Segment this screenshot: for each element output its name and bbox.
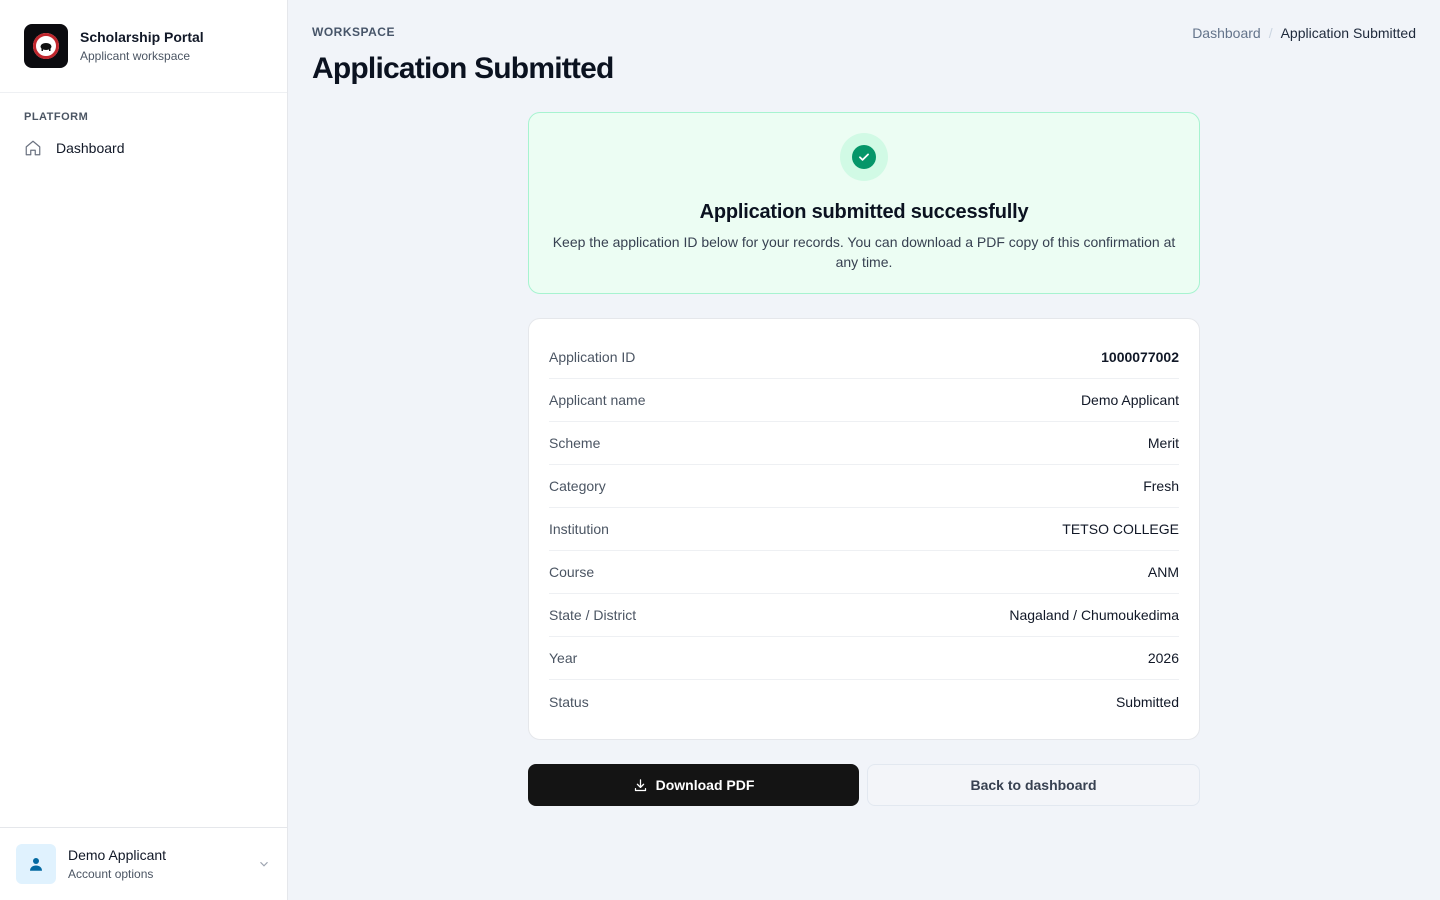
success-title: Application submitted successfully: [699, 201, 1029, 223]
home-icon: [25, 140, 41, 156]
account-menu[interactable]: Demo Applicant Account options: [0, 827, 287, 900]
sidebar-nav: PLATFORM Dashboard: [0, 93, 287, 159]
portal-logo: [24, 24, 68, 68]
success-banner: Application submitted successfully Keep …: [528, 112, 1200, 294]
detail-row-institution: Institution TETSO COLLEGE: [549, 508, 1179, 551]
check-icon: [859, 153, 869, 161]
emblem-icon: [33, 33, 59, 59]
detail-label: Year: [549, 650, 578, 666]
user-icon: [30, 858, 42, 871]
back-to-dashboard-button[interactable]: Back to dashboard: [867, 764, 1200, 806]
brand-header: Scholarship Portal Applicant workspace: [0, 0, 287, 93]
avatar: [16, 844, 56, 884]
application-details: Application ID 1000077002 Applicant name…: [528, 318, 1200, 740]
breadcrumb-dashboard-link[interactable]: Dashboard: [1192, 25, 1261, 41]
main-content: WORKSPACE Application Submitted Dashboar…: [288, 0, 1440, 900]
download-pdf-label: Download PDF: [655, 777, 755, 793]
breadcrumb-separator: /: [1268, 25, 1273, 41]
applicant-name-value: Demo Applicant: [1080, 392, 1179, 408]
breadcrumb-current: Application Submitted: [1280, 25, 1416, 41]
detail-label: Scheme: [549, 435, 601, 451]
detail-row-year: Year 2026: [549, 637, 1179, 680]
success-icon-wrapper: [840, 133, 888, 181]
scheme-value: Merit: [1147, 435, 1179, 451]
page-title: Application Submitted: [312, 52, 614, 85]
detail-label: Applicant name: [549, 392, 646, 408]
back-to-dashboard-label: Back to dashboard: [970, 777, 1097, 793]
category-value: Fresh: [1143, 478, 1179, 494]
application-id-value: 1000077002: [1101, 349, 1179, 365]
course-value: ANM: [1147, 564, 1179, 580]
detail-row-course: Course ANM: [549, 551, 1179, 594]
detail-row-status: Status Submitted: [549, 680, 1179, 723]
detail-row-applicant-name: Applicant name Demo Applicant: [549, 379, 1179, 422]
sidebar-item-dashboard[interactable]: Dashboard: [24, 137, 263, 159]
detail-row-application-id: Application ID 1000077002: [549, 336, 1179, 379]
check-circle-icon: [852, 145, 876, 169]
breadcrumb: Dashboard / Application Submitted: [1192, 25, 1416, 41]
portal-title: Scholarship Portal: [80, 29, 204, 45]
year-value: 2026: [1147, 650, 1179, 666]
detail-row-state-district: State / District Nagaland / Chumoukedima: [549, 594, 1179, 637]
detail-row-category: Category Fresh: [549, 465, 1179, 508]
nav-heading: PLATFORM: [24, 111, 89, 123]
success-message: Keep the application ID below for your r…: [552, 234, 1176, 270]
sidebar: Scholarship Portal Applicant workspace P…: [0, 0, 288, 900]
detail-label: Institution: [549, 521, 609, 537]
detail-row-scheme: Scheme Merit: [549, 422, 1179, 465]
detail-label: Status: [549, 693, 589, 710]
chevron-down-icon: [260, 861, 268, 867]
download-icon: [634, 778, 646, 791]
detail-label: State / District: [549, 607, 637, 623]
portal-subtitle: Applicant workspace: [80, 49, 191, 63]
detail-label: Category: [549, 478, 606, 494]
detail-label: Application ID: [549, 349, 636, 365]
account-name: Demo Applicant: [68, 847, 167, 863]
sidebar-item-label: Dashboard: [56, 140, 125, 156]
status-value: Submitted: [1115, 693, 1179, 710]
section-eyebrow: WORKSPACE: [312, 25, 395, 39]
download-pdf-button[interactable]: Download PDF: [528, 764, 859, 806]
institution-value: TETSO COLLEGE: [1062, 521, 1179, 537]
state-district-value: Nagaland / Chumoukedima: [1009, 607, 1179, 623]
account-subtitle: Account options: [68, 867, 154, 881]
detail-label: Course: [549, 564, 595, 580]
